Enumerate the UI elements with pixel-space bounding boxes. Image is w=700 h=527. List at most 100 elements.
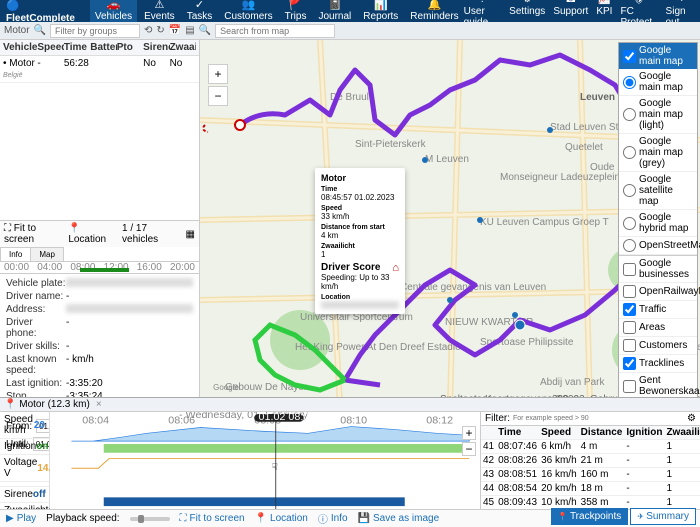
lks-value: - km/h <box>66 354 193 376</box>
nav-journal[interactable]: 📓Journal <box>313 0 356 24</box>
svg-text:Het King Power At Den Dreef Es: Het King Power At Den Dreef Estadio <box>295 342 461 353</box>
layer-base-option[interactable]: Google satellite map <box>619 172 697 210</box>
svg-text:Sint-Pieterskerk: Sint-Pieterskerk <box>355 139 427 150</box>
fit-screen-button[interactable]: ⛶ Fit to screen <box>180 513 245 524</box>
nav-customers[interactable]: 👥Customers <box>219 0 277 24</box>
address-label: Address: <box>6 304 66 315</box>
infobox-title: Motor <box>321 173 399 183</box>
chart-zoom-out[interactable]: − <box>462 442 476 456</box>
search-map-input[interactable] <box>215 24 335 38</box>
layer-base-option[interactable]: Google hybrid map <box>619 210 697 237</box>
nav-tasks[interactable]: ✓Tasks <box>182 0 218 24</box>
nav-reports[interactable]: 📊Reports <box>358 0 403 24</box>
nav-trips[interactable]: 🚩Trips <box>280 0 312 24</box>
track-info-popup: Motor Time08:45:57 01.02.2023 Speed33 km… <box>315 168 405 314</box>
tab-info[interactable]: Info <box>0 247 31 261</box>
address-value <box>66 304 193 313</box>
motor-label: Motor <box>4 25 30 36</box>
chart-zoom-in[interactable]: + <box>462 426 476 440</box>
playback-speed-slider[interactable] <box>130 517 170 521</box>
svg-text:08:04: 08:04 <box>82 416 109 426</box>
search-map-icon[interactable]: 🔍 <box>199 25 211 36</box>
chart-row-label: Voltage V14.6 <box>0 455 49 482</box>
layer-overlay-option[interactable]: Customers <box>619 337 697 355</box>
tp-filter-input[interactable] <box>513 415 684 422</box>
close-track-icon[interactable]: × <box>96 399 102 410</box>
layer-menu-header[interactable]: Google main map <box>619 43 697 69</box>
google-logo: Google <box>206 381 246 393</box>
svg-text:08:12: 08:12 <box>426 416 453 426</box>
grid-icon[interactable]: ▦ <box>186 229 195 240</box>
layer-overlay-option[interactable]: Areas <box>619 319 697 337</box>
driver-value: - <box>66 291 193 302</box>
layer-menu: Google main map Google main map Google m… <box>618 42 698 397</box>
plate-label: Vehicle plate: <box>6 278 66 289</box>
trackpoints-tab[interactable]: 📍 Trackpoints <box>551 508 629 525</box>
svg-text:08:10: 08:10 <box>340 416 367 426</box>
phone-value: - <box>66 317 193 339</box>
svg-text:Abdij van Park: Abdij van Park <box>540 377 605 388</box>
chart-row-label: Speed km/h20 <box>0 412 49 439</box>
layer-base-option[interactable]: Google main map <box>619 69 697 96</box>
svg-text:Leuven: Leuven <box>580 92 615 103</box>
layer-base-option[interactable]: Google main map (light) <box>619 96 697 134</box>
mini-timeline[interactable]: 00:0004:0008:0012:0016:0020:00 <box>0 262 199 274</box>
trackpoint-row[interactable]: 4408:08:5420 km/h18 m-1014.4 <box>481 482 700 496</box>
plate-value <box>66 278 193 287</box>
nav-reminders[interactable]: 🔔Reminders <box>405 0 463 24</box>
forward-icon[interactable]: ↻ <box>156 25 164 36</box>
list-icon[interactable]: ▤ <box>185 25 194 36</box>
driver-score-icon: ⌂ <box>392 262 399 274</box>
svg-text:08:06: 08:06 <box>168 416 195 426</box>
tp-settings-icon[interactable]: ⚙ <box>687 413 696 424</box>
brand-logo: 🔵 FleetComplete <box>6 0 82 24</box>
svg-text:KU Leuven Campus Groep T: KU Leuven Campus Groep T <box>480 217 609 228</box>
layer-overlay-option[interactable]: Tracklines <box>619 355 697 373</box>
trackpoint-row[interactable]: 4508:09:4310 km/h358 m-1014.6 <box>481 496 700 510</box>
ign-label: Last ignition: <box>6 378 66 389</box>
layer-overlay-option[interactable]: Google businesses <box>619 256 697 283</box>
info-button[interactable]: ⓘ Info <box>318 511 348 526</box>
chart-row-label: Sireneoff <box>0 487 49 503</box>
nav-vehicles[interactable]: 🚗Vehicles <box>90 0 137 24</box>
svg-text:Monseigneur Ladeuzeplein: Monseigneur Ladeuzeplein <box>500 172 620 183</box>
trackpoint-row[interactable]: 4208:08:2636 km/h21 m-1014.4 <box>481 454 700 468</box>
location-button[interactable]: 📍 Location <box>255 513 308 524</box>
location-btn[interactable]: 📍 Location <box>68 223 116 245</box>
layer-menu-check[interactable] <box>623 50 636 63</box>
refresh-icon[interactable]: ⟲ <box>144 25 152 36</box>
fit-screen-btn[interactable]: ⛶ Fit to screen <box>4 223 62 245</box>
tp-filter-label: Filter: <box>485 413 510 424</box>
layer-base-option[interactable]: OpenStreetMap <box>619 237 697 255</box>
lks-label: Last known speed: <box>6 354 66 376</box>
ign-value: -3:35:20 <box>66 378 193 389</box>
chart-row-label: Ignitionon <box>0 439 49 455</box>
svg-text:M Leuven: M Leuven <box>425 154 469 165</box>
filter-groups-input[interactable] <box>50 24 140 38</box>
zoom-in-button[interactable]: + <box>208 64 228 84</box>
nav-events[interactable]: ⚠Events <box>139 0 180 24</box>
tab-map[interactable]: Map <box>30 247 64 261</box>
driver-label: Driver name: <box>6 291 66 302</box>
calendar-icon[interactable]: 📅 <box>169 25 181 36</box>
trackpoint-row[interactable]: 4108:07:466 km/h4 m-1014.4 <box>481 440 700 454</box>
layer-overlay-option[interactable]: Traffic <box>619 301 697 319</box>
layer-base-option[interactable]: Google main map (grey) <box>619 134 697 172</box>
svg-text:01.02 08:08:54: 01.02 08:08:54 <box>259 412 331 422</box>
summary-tab[interactable]: ✈ Summary <box>630 508 696 525</box>
phone-label: Driver phone: <box>6 317 66 339</box>
chart-area[interactable]: - Wednesday, 01. February 08:0408:0608:0… <box>50 412 480 509</box>
vehicle-table-header: Vehicle ▼SpeedTime ▼BatterijPtoSireneZwa… <box>0 40 199 56</box>
layer-overlay-option[interactable]: Gent Bewonerskaart <box>619 373 697 397</box>
play-button[interactable]: ▶ Play <box>6 513 36 524</box>
track-tab[interactable]: 📍 Motor (12.3 km) <box>4 399 90 410</box>
trackpoint-row[interactable]: 4308:08:5116 km/h160 m-1014.4 <box>481 468 700 482</box>
layer-overlay-option[interactable]: OpenRailwayMap <box>619 283 697 301</box>
search-icon[interactable]: 🔍 <box>34 25 46 36</box>
skills-value: - <box>66 341 193 352</box>
zoom-out-button[interactable]: − <box>208 86 228 106</box>
svg-text:☟: ☟ <box>271 463 278 473</box>
save-image-button[interactable]: 💾 Save as image <box>358 513 440 524</box>
vehicle-row[interactable]: • MotorBelgië-56:28NoNo <box>0 56 199 83</box>
skills-label: Driver skills: <box>6 341 66 352</box>
